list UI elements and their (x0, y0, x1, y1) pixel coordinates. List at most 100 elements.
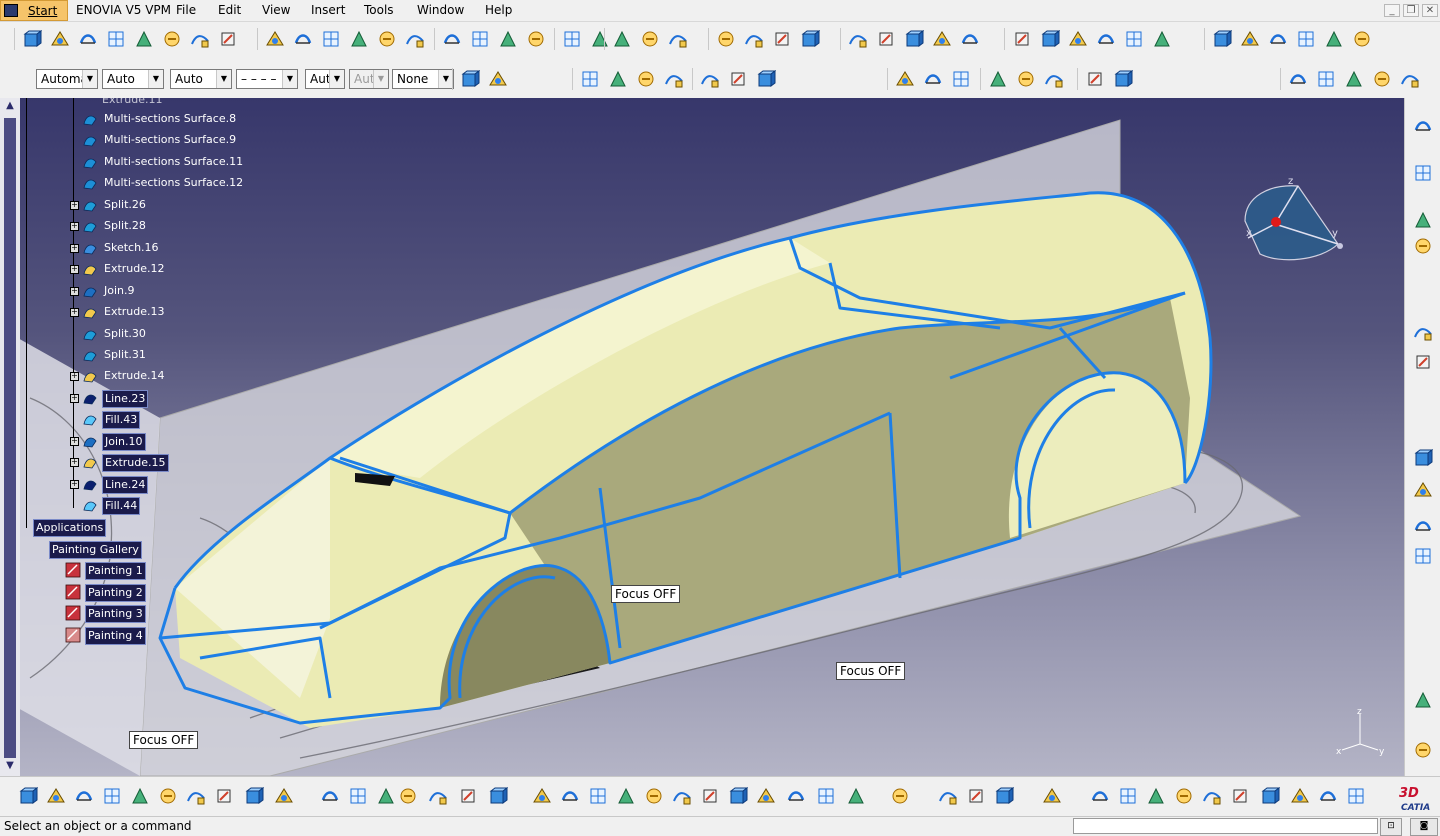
update-icon[interactable] (1090, 786, 1110, 806)
surface-icon-1[interactable] (442, 29, 462, 49)
right-tool-icon-5[interactable] (1413, 322, 1433, 342)
menu-enovia[interactable]: ENOVIA V5 VPM (76, 3, 171, 17)
analysis-icon-2[interactable] (1040, 29, 1060, 49)
right-tool-icon-12[interactable] (1413, 740, 1433, 760)
render-icon-4[interactable] (1296, 29, 1316, 49)
measure-icon-5[interactable] (960, 29, 980, 49)
redo-icon[interactable] (244, 786, 264, 806)
restore-button[interactable]: ❐ (1403, 4, 1419, 17)
sketch-icon-2[interactable] (590, 29, 610, 49)
menu-window[interactable]: Window (417, 3, 464, 17)
surface-tool-icon-2[interactable] (1016, 69, 1036, 89)
curve-icon-3[interactable] (636, 69, 656, 89)
right-tool-icon-7[interactable] (1413, 448, 1433, 468)
curve-icon-4[interactable] (664, 69, 684, 89)
view-mode-icon-3[interactable] (1344, 69, 1364, 89)
measure-icon-1[interactable] (848, 29, 868, 49)
menu-file[interactable]: File (176, 3, 196, 17)
transform-icon-2[interactable] (728, 69, 748, 89)
snap-icon[interactable] (1290, 786, 1310, 806)
tree-icon[interactable] (428, 786, 448, 806)
status-camera-button[interactable]: ◙ (1410, 818, 1438, 836)
right-tool-icon-6[interactable] (1413, 352, 1433, 372)
dash-pattern-combo[interactable]: – – – – ▼ (236, 69, 298, 89)
surface-tool-icon-1[interactable] (988, 69, 1008, 89)
measure-icon-2[interactable] (876, 29, 896, 49)
wireframe-icon-1[interactable] (612, 29, 632, 49)
inertia-icon[interactable] (994, 786, 1014, 806)
wireframe-icon-3[interactable] (668, 29, 688, 49)
surface-icon-2[interactable] (470, 29, 490, 49)
fly-icon[interactable] (532, 786, 552, 806)
expand-toggle-icon[interactable]: + (70, 222, 79, 232)
right-tool-icon-3[interactable] (1413, 210, 1433, 230)
axis-icon[interactable] (1146, 786, 1166, 806)
point-icon-2[interactable] (923, 69, 943, 89)
render-icon-2[interactable] (1240, 29, 1260, 49)
scroll-down-arrow-icon[interactable]: ▼ (3, 760, 17, 774)
tool-icon-6[interactable] (405, 29, 425, 49)
hand-icon[interactable] (1118, 786, 1138, 806)
layer-combo[interactable]: None ▼ (392, 69, 454, 89)
color-combo[interactable]: Automa ▼ (36, 69, 98, 89)
minimize-button[interactable]: _ (1384, 4, 1400, 17)
render-icon-1[interactable] (1212, 29, 1232, 49)
right-tool-icon-10[interactable] (1413, 546, 1433, 566)
help-icon[interactable] (274, 786, 294, 806)
render-icon-3[interactable] (1268, 29, 1288, 49)
right-tool-icon-4[interactable] (1413, 236, 1433, 256)
transform-icon-1[interactable] (700, 69, 720, 89)
lock-icon[interactable] (458, 786, 478, 806)
tool-icon-5[interactable] (377, 29, 397, 49)
cut-icon[interactable] (130, 786, 150, 806)
wireframe-icon-2[interactable] (640, 29, 660, 49)
right-tool-icon-9[interactable] (1413, 516, 1433, 536)
view-mode-icon-1[interactable] (1288, 69, 1308, 89)
tool-icon-1[interactable] (265, 29, 285, 49)
expand-toggle-icon[interactable]: + (70, 372, 79, 382)
point-type-combo[interactable]: Aut ▼ (305, 69, 345, 89)
view-mode-icon-4[interactable] (1372, 69, 1392, 89)
expand-toggle-icon[interactable]: + (70, 243, 79, 253)
operation-icon-1[interactable] (716, 29, 736, 49)
operation-icon-4[interactable] (800, 29, 820, 49)
save-icon[interactable] (74, 786, 94, 806)
analysis-icon-5[interactable] (1124, 29, 1144, 49)
operation-icon-3[interactable] (772, 29, 792, 49)
table-icon[interactable] (398, 786, 418, 806)
analysis-icon-4[interactable] (1096, 29, 1116, 49)
command-input[interactable] (1073, 818, 1378, 834)
compass-icon[interactable] (1174, 786, 1194, 806)
iso-view-icon[interactable] (756, 786, 776, 806)
expand-toggle-icon[interactable]: + (70, 308, 79, 318)
fit-all-icon[interactable] (560, 786, 580, 806)
undo-icon[interactable] (214, 786, 234, 806)
transform-icon-3[interactable] (756, 69, 776, 89)
constraint-icon[interactable] (1318, 786, 1338, 806)
tool-icon-2[interactable] (293, 29, 313, 49)
line-width-combo[interactable]: Auto ▼ (102, 69, 164, 89)
spec-icon[interactable] (1346, 786, 1366, 806)
rotate-icon[interactable] (616, 786, 636, 806)
point-icon-3[interactable] (951, 69, 971, 89)
tool-icon-3[interactable] (321, 29, 341, 49)
point-icon-1[interactable] (895, 69, 915, 89)
expand-toggle-icon[interactable]: + (70, 436, 79, 446)
curve-icon-2[interactable] (608, 69, 628, 89)
view-icon-7[interactable] (190, 29, 210, 49)
zoom-in-icon[interactable] (644, 786, 664, 806)
compass[interactable]: x y z (1240, 176, 1350, 266)
copy-icon[interactable] (158, 786, 178, 806)
expand-toggle-icon[interactable]: + (70, 393, 79, 403)
menu-edit[interactable]: Edit (218, 3, 241, 17)
transparency-combo[interactable]: Aut ▼ (349, 69, 389, 89)
menu-insert[interactable]: Insert (311, 3, 345, 17)
shading-icon[interactable] (846, 786, 866, 806)
undo-redo-icon-1[interactable] (1085, 69, 1105, 89)
expand-toggle-icon[interactable]: + (70, 200, 79, 210)
measure-icon-3[interactable] (904, 29, 924, 49)
line-type-combo[interactable]: Auto ▼ (170, 69, 232, 89)
curve-icon-1[interactable] (580, 69, 600, 89)
expand-toggle-icon[interactable]: + (70, 286, 79, 296)
sketch-icon-1[interactable] (562, 29, 582, 49)
